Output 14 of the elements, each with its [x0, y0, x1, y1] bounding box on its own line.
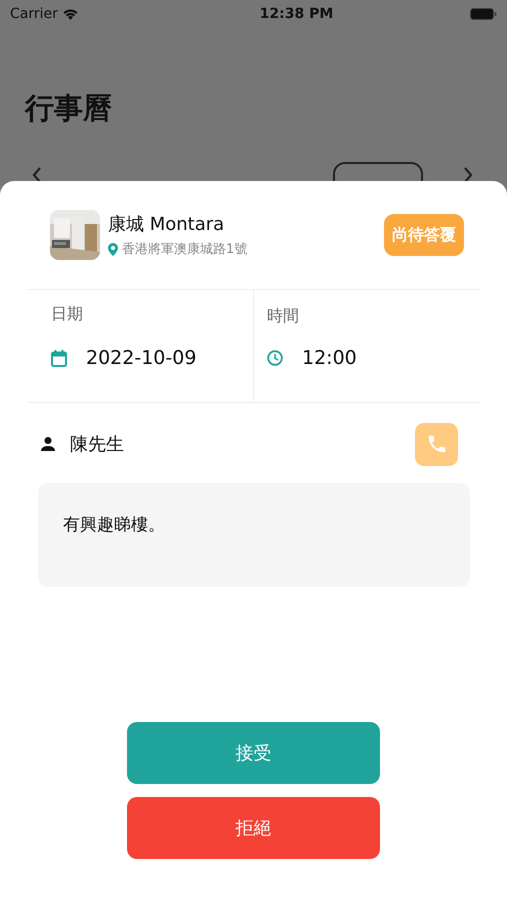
- date-label: 日期: [51, 303, 84, 325]
- page-title: 行事曆: [25, 94, 113, 123]
- status-badge: 尚待答覆: [384, 214, 464, 256]
- reject-button[interactable]: 拒絕: [127, 797, 380, 859]
- property-name: 康城 Montara: [108, 214, 226, 236]
- date-value: 2022-10-09: [86, 346, 196, 371]
- clock-time: 12:38 PM: [260, 4, 334, 24]
- contact-name: 陳先生: [70, 432, 124, 456]
- accept-button[interactable]: 接受: [127, 722, 380, 784]
- carrier-label: Carrier: [10, 4, 58, 24]
- time-value: 12:00: [302, 346, 357, 371]
- note-text: 有興趣睇樓。: [63, 515, 165, 535]
- property-address: 香港將軍澳康城路1號: [122, 240, 248, 259]
- time-label: 時間: [267, 305, 300, 327]
